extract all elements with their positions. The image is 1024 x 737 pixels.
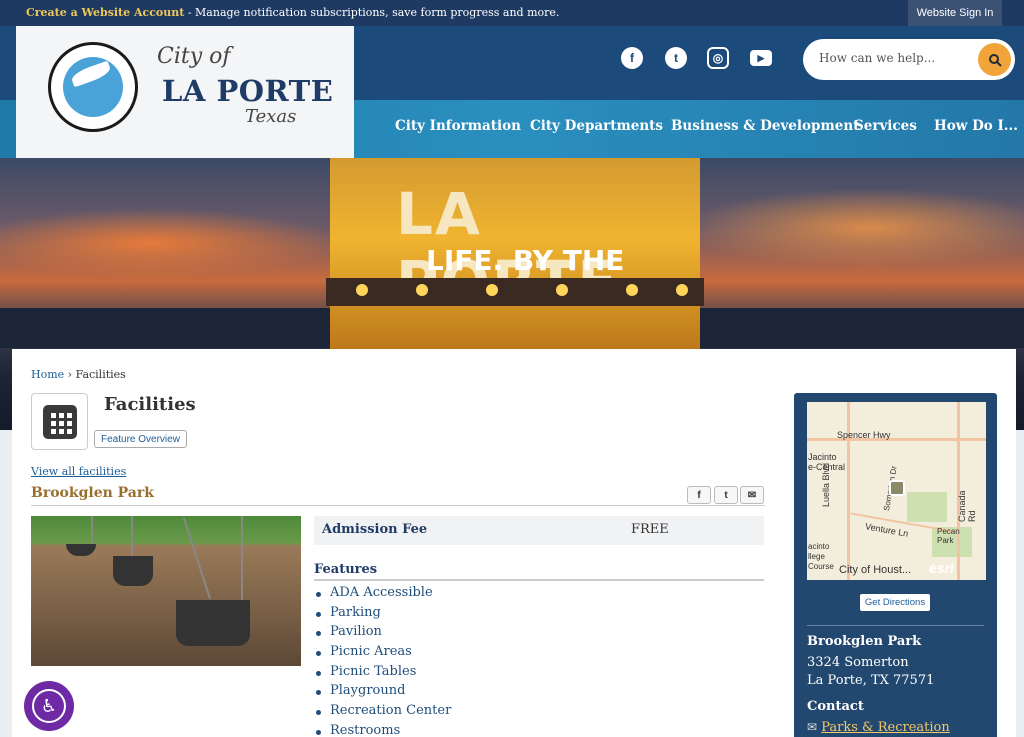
account-message-text: - Manage notification subscriptions, sav… [184, 6, 560, 19]
admission-fee-row: Admission Fee FREE [314, 516, 764, 545]
instagram-icon[interactable]: ◎ [707, 47, 729, 69]
search-input[interactable]: How can we help... [819, 51, 935, 65]
map-pin-icon[interactable] [889, 480, 905, 496]
sidebar-contact-heading: Contact [807, 699, 864, 714]
facebook-icon[interactable]: f [621, 47, 643, 69]
map-label-spencer: Spencer Hwy [837, 430, 891, 440]
logo-texas: Texas [245, 106, 297, 127]
facebook-share-button[interactable]: f [687, 486, 711, 504]
nav-business-development[interactable]: Business & Development [671, 118, 859, 134]
features-divider [314, 579, 764, 581]
facilities-building-icon [31, 393, 88, 450]
nav-services[interactable]: Services [854, 118, 917, 134]
page-title: Facilities [104, 394, 196, 415]
list-item: Parking [314, 605, 451, 625]
view-all-facilities-link[interactable]: View all facilities [31, 465, 126, 478]
sidebar-address-line2: La Porte, TX 77571 [807, 673, 935, 688]
list-item: Recreation Center [314, 703, 451, 723]
get-directions-button[interactable]: Get Directions [860, 594, 930, 611]
breadcrumb-current: Facilities [75, 368, 126, 381]
twitter-icon[interactable]: t [665, 47, 687, 69]
twitter-share-button[interactable]: t [714, 486, 738, 504]
city-seal-logo[interactable] [48, 42, 138, 132]
map-label-pecan: Pecan Park [937, 527, 960, 545]
sidebar-contact-link[interactable]: ✉ Parks & Recreation [807, 720, 950, 735]
list-item: Pavilion [314, 624, 451, 644]
website-sign-in-button[interactable]: Website Sign In [908, 0, 1002, 26]
nav-how-do-i[interactable]: How Do I... [934, 118, 1018, 134]
admission-fee-label: Admission Fee [322, 522, 428, 537]
account-message: Create a Website Account - Manage notifi… [26, 6, 559, 19]
search-button[interactable] [978, 43, 1011, 76]
list-item: Restrooms [314, 723, 451, 737]
admission-fee-value: FREE [631, 522, 669, 537]
water-tower: LA PORTE LIFE. BY THE BAY. [326, 158, 704, 358]
sidebar-park-name: Brookglen Park [807, 634, 922, 649]
feature-overview-button[interactable]: Feature Overview [94, 430, 187, 448]
breadcrumb: Home › Facilities [31, 368, 126, 381]
youtube-icon[interactable]: ▶ [750, 50, 772, 66]
contact-link-text[interactable]: Parks & Recreation [821, 720, 950, 735]
sidebar-divider [807, 625, 984, 626]
esri-logo: esri [929, 560, 954, 576]
list-item: Playground [314, 683, 451, 703]
email-icon: ✉ [807, 720, 818, 734]
features-heading: Features [314, 562, 378, 577]
search-icon [988, 53, 1002, 67]
list-item: Picnic Areas [314, 644, 451, 664]
map-label-venture: Venture Ln [864, 521, 910, 539]
features-list: ADA Accessible Parking Pavilion Picnic A… [314, 585, 451, 737]
map-park-area [907, 492, 947, 522]
sunset-glow-left [0, 208, 340, 278]
create-account-link[interactable]: Create a Website Account [26, 6, 184, 19]
map-road [847, 402, 850, 580]
list-item: ADA Accessible [314, 585, 451, 605]
park-photo-swings [31, 516, 301, 666]
location-map[interactable]: Spencer Hwy Jacinto e-Central Luella Blv… [807, 402, 986, 580]
logo-city-of: City of [157, 44, 231, 69]
logo-la-porte: LA PORTE [162, 74, 334, 108]
nav-city-information[interactable]: City Information [395, 118, 521, 134]
top-utility-bar: Create a Website Account - Manage notifi… [0, 0, 1024, 26]
map-label-canada: Canada Rd [957, 490, 977, 522]
accessibility-icon: ♿ [32, 689, 66, 723]
sunset-glow-right [680, 188, 1024, 268]
breadcrumb-home[interactable]: Home [31, 368, 64, 381]
search-box[interactable]: How can we help... [803, 39, 1015, 80]
map-attribution: City of Houst... [839, 564, 912, 576]
accessibility-widget-button[interactable]: ♿ [24, 681, 74, 731]
nav-city-departments[interactable]: City Departments [530, 118, 663, 134]
map-label-luella: Luella Blvd [821, 462, 831, 507]
list-item: Picnic Tables [314, 664, 451, 684]
sidebar-address-line1: 3324 Somerton [807, 655, 909, 670]
breadcrumb-separator: › [67, 368, 73, 381]
email-share-button[interactable]: ✉ [740, 486, 764, 504]
tower-light-band [326, 278, 704, 306]
title-divider [31, 505, 765, 506]
park-title: Brookglen Park [31, 485, 154, 501]
map-label-golf: acinto llege Course [808, 542, 834, 571]
